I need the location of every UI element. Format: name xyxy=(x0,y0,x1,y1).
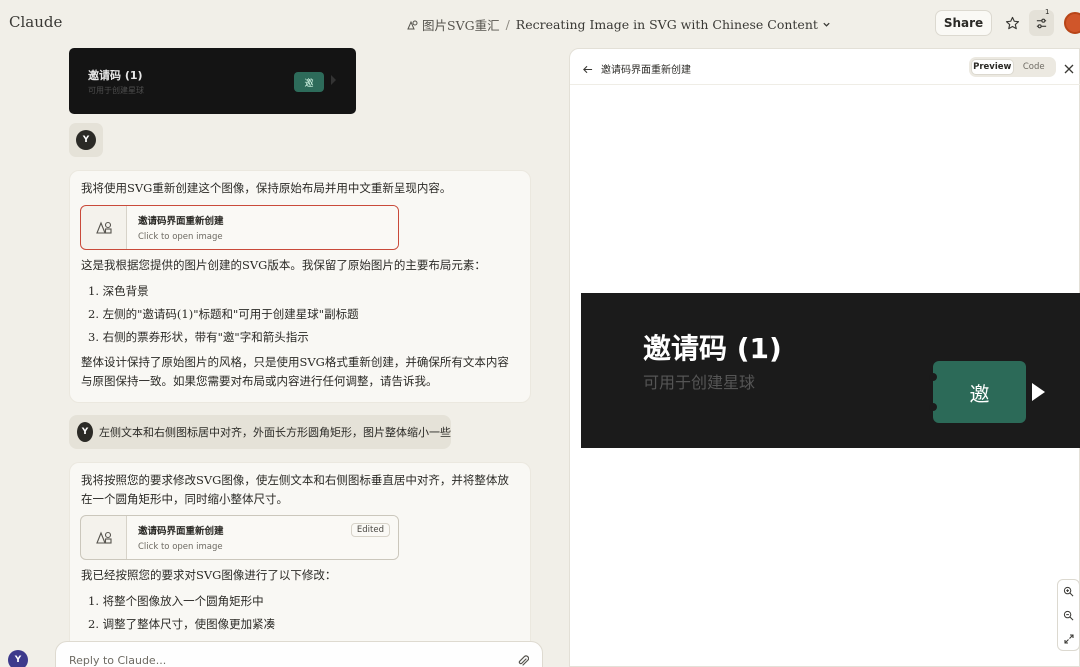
settings-button[interactable] xyxy=(1029,10,1054,36)
user-avatar: Y xyxy=(77,422,93,442)
list-item: 1. 深色背景 xyxy=(88,284,149,298)
user-avatar: Y xyxy=(76,130,96,150)
artifact-card[interactable]: 邀请码界面重新创建 Click to open image xyxy=(80,205,399,250)
list-item: 2. 左侧的"邀请码(1)"标题和"可用于创建星球"副标题 xyxy=(88,307,359,321)
settings-badge: 1 xyxy=(1045,8,1050,16)
preview-arrow xyxy=(331,75,336,85)
list-item: 2. 调整了整体尺寸，使图像更加紧凑 xyxy=(88,617,276,631)
artifact-card[interactable]: 邀请码界面重新创建 Click to open image Edited xyxy=(80,515,399,560)
back-arrow-icon[interactable] xyxy=(582,60,593,79)
panel-title: 邀请码界面重新创建 xyxy=(601,65,691,76)
message-text: 我将使用SVG重新创建这个图像，保持原始布局并用中文重新呈现内容。 xyxy=(81,181,452,195)
reply-input[interactable]: Reply to Claude... xyxy=(55,641,543,667)
account-avatar[interactable] xyxy=(1064,12,1080,34)
tab-preview[interactable]: Preview xyxy=(971,59,1014,75)
expand-icon[interactable] xyxy=(1063,634,1074,644)
user-message: Y 左侧文本和右侧图标居中对齐，外面长方形圆角矩形，图片整体缩小一些 xyxy=(69,415,451,449)
artifact-panel: 邀请码界面重新创建 Preview Code 邀请码 (1) 可用于创建星球 邀 xyxy=(569,48,1080,667)
message-text: 整体设计保持了原始图片的风格，只是使用SVG格式重新创建，并确保所有文本内容 xyxy=(81,355,509,369)
reply-placeholder: Reply to Claude... xyxy=(69,654,167,667)
top-bar: Claude 图片SVG重汇 / Recreating Image in SVG… xyxy=(0,0,1080,46)
artifact-title: 邀请码界面重新创建 xyxy=(138,216,224,227)
assistant-message: 我将按照您的要求修改SVG图像，使左侧文本和右侧图标垂直居中对齐，并将整体放 在… xyxy=(69,462,531,652)
play-arrow-icon xyxy=(1032,383,1045,401)
zoom-controls xyxy=(1057,579,1080,651)
image-attachment-preview[interactable]: 邀请码 (1) 可用于创建星球 邀 xyxy=(69,48,356,114)
preview-ticket: 邀 xyxy=(294,72,324,92)
project-name: 图片SVG重汇 xyxy=(422,18,500,33)
breadcrumb: 图片SVG重汇 / Recreating Image in SVG with C… xyxy=(406,15,831,34)
preview-title: 邀请码 (1) xyxy=(88,69,143,82)
image-artifact-icon xyxy=(81,206,127,249)
invite-code-title: 邀请码 (1) xyxy=(643,332,782,365)
message-text: 我已经按照您的要求对SVG图像进行了以下修改： xyxy=(81,568,337,582)
message-text: 在一个圆角矩形中，同时缩小整体尺寸。 xyxy=(81,492,288,506)
message-text: 我将按照您的要求修改SVG图像，使左侧文本和右侧图标垂直居中对齐，并将整体放 xyxy=(81,473,509,487)
artifact-subtitle: Click to open image xyxy=(138,232,223,242)
invite-code-subtitle: 可用于创建星球 xyxy=(643,373,756,392)
view-toggle: Preview Code xyxy=(969,57,1056,77)
assistant-message: 我将使用SVG重新创建这个图像，保持原始布局并用中文重新呈现内容。 邀请码界面重… xyxy=(69,170,531,403)
ticket-label: 邀 xyxy=(969,381,990,406)
panel-header: 邀请码界面重新创建 Preview Code xyxy=(570,49,1080,85)
project-icon xyxy=(407,20,418,29)
artifact-title: 邀请码界面重新创建 xyxy=(138,526,224,537)
tab-code[interactable]: Code xyxy=(1014,59,1055,75)
sliders-icon xyxy=(1036,18,1047,28)
message-text: 这是我根据您提供的图片创建的SVG版本。我保留了原始图片的主要布局元素： xyxy=(81,258,486,272)
list-item: 3. 右侧的票券形状，带有"邀"字和箭头指示 xyxy=(88,330,309,344)
edited-badge: Edited xyxy=(350,523,390,537)
star-icon[interactable] xyxy=(1002,13,1022,33)
artifact-subtitle: Click to open image xyxy=(138,542,223,552)
breadcrumb-separator: / xyxy=(505,17,510,32)
sidebar-user-avatar[interactable]: Y xyxy=(8,650,28,667)
ticket-shape: 邀 xyxy=(929,361,1026,423)
zoom-in-icon[interactable] xyxy=(1063,586,1074,597)
svg-preview-canvas: 邀请码 (1) 可用于创建星球 邀 xyxy=(581,293,1080,448)
paperclip-icon[interactable] xyxy=(517,653,530,667)
user-message-text: 左侧文本和右侧图标居中对齐，外面长方形圆角矩形，图片整体缩小一些 xyxy=(99,426,451,439)
app-logo[interactable]: Claude xyxy=(9,13,62,31)
preview-subtitle: 可用于创建星球 xyxy=(88,86,144,95)
chat-title[interactable]: Recreating Image in SVG with Chinese Con… xyxy=(516,17,818,32)
message-text: 与原图保持一致。如果您需要对布局或内容进行任何调整，请告诉我。 xyxy=(81,374,438,388)
user-message-avatar-box: Y xyxy=(69,123,103,157)
chevron-down-icon[interactable] xyxy=(822,20,831,29)
zoom-out-icon[interactable] xyxy=(1063,610,1074,621)
close-icon[interactable] xyxy=(1064,59,1074,78)
image-artifact-icon xyxy=(81,516,127,559)
list-item: 1. 将整个图像放入一个圆角矩形中 xyxy=(88,594,264,608)
share-button[interactable]: Share xyxy=(935,10,992,36)
project-link[interactable]: 图片SVG重汇 xyxy=(406,15,500,34)
